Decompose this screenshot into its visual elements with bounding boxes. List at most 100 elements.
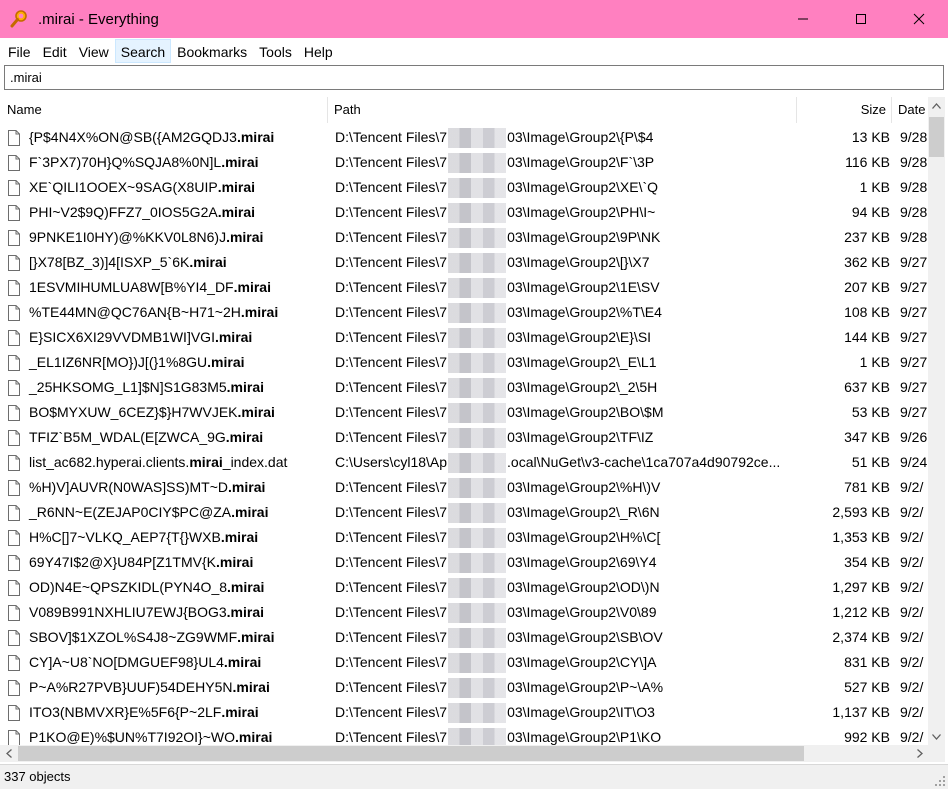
match-highlight: .mirai [215, 554, 254, 570]
table-row[interactable]: _R6NN~E(ZEJAP0CIY$PC@ZA.mirai D:\Tencent … [0, 500, 928, 525]
file-date-cell: 9/2/ [900, 679, 924, 695]
menu-search[interactable]: Search [114, 38, 172, 63]
maximize-button[interactable] [832, 0, 890, 38]
match-highlight: .mirai [233, 279, 271, 295]
table-row[interactable]: BO$MYXUW_6CEZ}$}H7WVJEK.mirai D:\Tencent … [0, 400, 928, 425]
table-row[interactable]: F`3PX7)70H}Q%SQJA8%0N]L.mirai D:\Tencent … [0, 150, 928, 175]
menu-file[interactable]: File [2, 39, 37, 63]
file-size-cell: 207 KB [844, 279, 890, 295]
file-name-cell: SBOV]$1XZOL%S4J8~ZG9WMF.mirai [8, 625, 328, 650]
table-row[interactable]: _EL1IZ6NR[MO})J[(}1%8GU.mirai D:\Tencent … [0, 350, 928, 375]
file-icon [8, 404, 20, 421]
table-row[interactable]: SBOV]$1XZOL%S4J8~ZG9WMF.mirai D:\Tencent … [0, 625, 928, 650]
file-name-cell: XE`QILI1OOEX~9SAG(X8UIP.mirai [8, 175, 328, 200]
table-row[interactable]: %TE44MN@QC76AN{B~H71~2H.mirai D:\Tencent … [0, 300, 928, 325]
column-header-date[interactable]: Date [892, 97, 932, 123]
column-header: Name Path Size Date [0, 97, 928, 123]
file-date-cell: 9/28 [900, 129, 928, 145]
minimize-button[interactable] [774, 0, 832, 38]
table-row[interactable]: _25HKSOMG_L1]$N]S1G83M5.mirai D:\Tencent … [0, 375, 928, 400]
match-highlight: .mirai [221, 704, 259, 720]
scroll-left-arrow-icon[interactable] [0, 745, 17, 762]
redacted-blur [448, 428, 507, 449]
file-name-cell: {P$4N4X%ON@SB({AM2GQDJ3.mirai [8, 125, 328, 150]
menu-edit[interactable]: Edit [37, 39, 73, 63]
file-name-cell: [}X78[BZ_3)]4[ISXP_5`6K.mirai [8, 250, 328, 275]
file-date-cell: 9/2/ [900, 529, 924, 545]
table-row[interactable]: H%C[]7~VLKQ_AEP7{T{}WXB.mirai D:\Tencent … [0, 525, 928, 550]
match-highlight: .mirai [223, 654, 262, 670]
file-date-cell: 9/28 [900, 204, 928, 220]
horizontal-scrollbar[interactable] [0, 745, 928, 762]
file-name: _R6NN~E(ZEJAP0CIY$PC@ZA.mirai [29, 504, 269, 520]
file-size-cell: 108 KB [844, 304, 890, 320]
column-header-path[interactable]: Path [328, 97, 797, 123]
file-path-cell: D:\Tencent Files\7 03\Image\Group2\69\Y4 [335, 550, 795, 575]
file-icon [8, 729, 20, 745]
table-row[interactable]: CY]A~U8`NO[DMGUEF98}UL4.mirai D:\Tencent … [0, 650, 928, 675]
resize-grip-icon[interactable] [934, 775, 946, 787]
table-row[interactable]: P~A%R27PVB}UUF)54DEHY5N.mirai D:\Tencent … [0, 675, 928, 700]
file-name-cell: %H)V]AUVR(N0WAS]SS)MT~D.mirai [8, 475, 328, 500]
file-path-cell: D:\Tencent Files\7 03\Image\Group2\%T\E4 [335, 300, 795, 325]
search-input[interactable] [5, 66, 943, 89]
file-icon [8, 204, 20, 221]
table-row[interactable]: list_ac682.hyperai.clients.mirai_index.d… [0, 450, 928, 475]
horizontal-scroll-thumb[interactable] [18, 746, 804, 761]
table-row[interactable]: [}X78[BZ_3)]4[ISXP_5`6K.mirai D:\Tencent … [0, 250, 928, 275]
file-date-cell: 9/26 [900, 429, 928, 445]
table-row[interactable]: {P$4N4X%ON@SB({AM2GQDJ3.mirai D:\Tencent … [0, 125, 928, 150]
vertical-scrollbar[interactable] [928, 97, 945, 745]
vertical-scroll-thumb[interactable] [929, 117, 944, 157]
redacted-blur [448, 253, 507, 274]
table-row[interactable]: XE`QILI1OOEX~9SAG(X8UIP.mirai D:\Tencent … [0, 175, 928, 200]
column-header-name[interactable]: Name [0, 97, 328, 123]
file-name-cell: BO$MYXUW_6CEZ}$}H7WVJEK.mirai [8, 400, 328, 425]
file-name: P1KO@E)%$UN%T7I92OI}~WO.mirai [29, 729, 273, 745]
table-row[interactable]: V089B991NXHLIU7EWJ{BOG3.mirai D:\Tencent … [0, 600, 928, 625]
file-name-cell: 69Y47I$2@X}U84P[Z1TMV{K.mirai [8, 550, 328, 575]
table-row[interactable]: 69Y47I$2@X}U84P[Z1TMV{K.mirai D:\Tencent … [0, 550, 928, 575]
file-size-cell: 1,137 KB [832, 704, 890, 720]
table-row[interactable]: OD)N4E~QPSZKIDL(PYN4O_8.mirai D:\Tencent … [0, 575, 928, 600]
file-name-cell: CY]A~U8`NO[DMGUEF98}UL4.mirai [8, 650, 328, 675]
file-name-cell: P1KO@E)%$UN%T7I92OI}~WO.mirai [8, 725, 328, 745]
file-icon [8, 179, 20, 196]
menu-view[interactable]: View [73, 39, 115, 63]
table-row[interactable]: ITO3(NBMVXR}E%5F6{P~2LF.mirai D:\Tencent … [0, 700, 928, 725]
scroll-down-arrow-icon[interactable] [928, 728, 945, 745]
match-highlight: .mirai [226, 604, 265, 620]
redacted-blur [448, 503, 507, 524]
file-size-cell: 2,593 KB [832, 504, 890, 520]
file-name-cell: TFIZ`B5M_WDAL(E[ZWCA_9G.mirai [8, 425, 328, 450]
table-row[interactable]: E}SICX6XI29VVDMB1WI]VGI.mirai D:\Tencent … [0, 325, 928, 350]
file-icon [8, 279, 20, 296]
menu-bookmarks[interactable]: Bookmarks [171, 39, 253, 63]
redacted-blur [448, 553, 507, 574]
table-row[interactable]: 1ESVMIHUMLUA8W[B%YI4_DF.mirai D:\Tencent … [0, 275, 928, 300]
close-icon [913, 13, 925, 25]
file-path-cell: D:\Tencent Files\7 03\Image\Group2\P~\A% [335, 675, 795, 700]
match-highlight: .mirai [217, 204, 256, 220]
table-row[interactable]: %H)V]AUVR(N0WAS]SS)MT~D.mirai D:\Tencent … [0, 475, 928, 500]
file-path-cell: D:\Tencent Files\7 03\Image\Group2\F`\3P [335, 150, 795, 175]
table-row[interactable]: P1KO@E)%$UN%T7I92OI}~WO.mirai D:\Tencent … [0, 725, 928, 745]
file-icon [8, 429, 20, 446]
menu-bar: File Edit View Search Bookmarks Tools He… [0, 38, 948, 63]
file-icon [8, 354, 20, 371]
table-row[interactable]: 9PNKE1I0HY)@%KKV0L8N6)J.mirai D:\Tencent … [0, 225, 928, 250]
file-path-cell: D:\Tencent Files\7 03\Image\Group2\_2\5H [335, 375, 795, 400]
file-size-cell: 94 KB [851, 204, 890, 220]
redacted-blur [448, 453, 507, 474]
file-path-cell: D:\Tencent Files\7 03\Image\Group2\IT\O3 [335, 700, 795, 725]
scroll-up-arrow-icon[interactable] [928, 97, 945, 114]
file-size-cell: 1,353 KB [832, 529, 890, 545]
menu-tools[interactable]: Tools [253, 39, 298, 63]
magnifier-icon[interactable] [0, 0, 38, 38]
table-row[interactable]: PHI~V2$9Q)FFZ7_0IOS5G2A.mirai D:\Tencent … [0, 200, 928, 225]
column-header-size[interactable]: Size [797, 97, 892, 123]
table-row[interactable]: TFIZ`B5M_WDAL(E[ZWCA_9G.mirai D:\Tencent … [0, 425, 928, 450]
menu-help[interactable]: Help [298, 39, 339, 63]
scroll-right-arrow-icon[interactable] [911, 745, 928, 762]
close-button[interactable] [890, 0, 948, 38]
